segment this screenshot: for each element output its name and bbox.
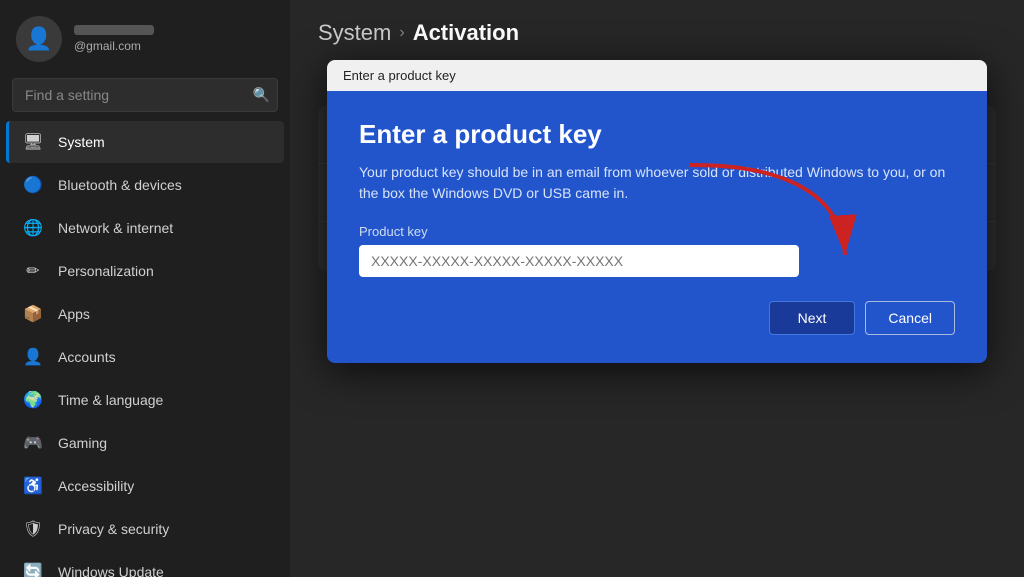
user-profile: 👤 @gmail.com: [0, 0, 290, 74]
sidebar-item-privacy[interactable]: 🛡 Privacy & security: [6, 508, 284, 550]
cancel-button[interactable]: Cancel: [865, 301, 955, 335]
sidebar-label-accessibility: Accessibility: [58, 478, 134, 494]
sidebar-item-system[interactable]: 🖥 System: [6, 121, 284, 163]
search-icon: 🔍: [253, 87, 270, 104]
sidebar-label-bluetooth: Bluetooth & devices: [58, 177, 182, 193]
apps-icon: 📦: [22, 303, 44, 325]
sidebar-label-time: Time & language: [58, 392, 163, 408]
windows-update-icon: 🔄: [22, 561, 44, 577]
product-key-modal: Enter a product key Enter a product key …: [327, 60, 987, 363]
nav-items: 🖥 System 🔵 Bluetooth & devices 🌐 Network…: [0, 120, 290, 577]
sidebar-label-network: Network & internet: [58, 220, 173, 236]
product-key-label: Product key: [359, 224, 955, 239]
modal-footer: Next Cancel: [359, 301, 955, 335]
sidebar-label-system: System: [58, 134, 105, 150]
user-info: @gmail.com: [74, 25, 154, 53]
sidebar-item-network[interactable]: 🌐 Network & internet: [6, 207, 284, 249]
time-icon: 🌍: [22, 389, 44, 411]
modal-overlay: Enter a product key Enter a product key …: [290, 0, 1024, 577]
search-input[interactable]: [12, 78, 278, 112]
avatar: 👤: [16, 16, 62, 62]
sidebar-label-privacy: Privacy & security: [58, 521, 169, 537]
sidebar-item-gaming[interactable]: 🎮 Gaming: [6, 422, 284, 464]
sidebar-item-apps[interactable]: 📦 Apps: [6, 293, 284, 335]
modal-title: Enter a product key: [359, 119, 955, 150]
accessibility-icon: ♿: [22, 475, 44, 497]
sidebar-item-accounts[interactable]: 👤 Accounts: [6, 336, 284, 378]
modal-titlebar: Enter a product key: [327, 60, 987, 91]
modal-body: Enter a product key Your product key sho…: [327, 91, 987, 363]
sidebar-item-bluetooth[interactable]: 🔵 Bluetooth & devices: [6, 164, 284, 206]
sidebar-label-accounts: Accounts: [58, 349, 116, 365]
sidebar-label-apps: Apps: [58, 306, 90, 322]
network-icon: 🌐: [22, 217, 44, 239]
username-bar: [74, 25, 154, 35]
gaming-icon: 🎮: [22, 432, 44, 454]
modal-titlebar-text: Enter a product key: [343, 68, 456, 83]
sidebar-item-windows-update[interactable]: 🔄 Windows Update: [6, 551, 284, 577]
personalization-icon: ✏: [22, 260, 44, 282]
main-content: System › Activation 🔑 Change product key…: [290, 0, 1024, 577]
sidebar-label-gaming: Gaming: [58, 435, 107, 451]
modal-description: Your product key should be in an email f…: [359, 162, 955, 204]
sidebar-item-time[interactable]: 🌍 Time & language: [6, 379, 284, 421]
sidebar-item-personalization[interactable]: ✏ Personalization: [6, 250, 284, 292]
search-box[interactable]: 🔍: [12, 78, 278, 112]
bluetooth-icon: 🔵: [22, 174, 44, 196]
privacy-icon: 🛡: [22, 518, 44, 540]
sidebar: 👤 @gmail.com 🔍 🖥 System 🔵 Bluetooth & de…: [0, 0, 290, 577]
user-email: @gmail.com: [74, 39, 154, 53]
next-button[interactable]: Next: [769, 301, 856, 335]
accounts-icon: 👤: [22, 346, 44, 368]
product-key-input[interactable]: [359, 245, 799, 277]
system-icon: 🖥: [22, 131, 44, 153]
sidebar-item-accessibility[interactable]: ♿ Accessibility: [6, 465, 284, 507]
sidebar-label-windows-update: Windows Update: [58, 564, 164, 577]
sidebar-label-personalization: Personalization: [58, 263, 154, 279]
